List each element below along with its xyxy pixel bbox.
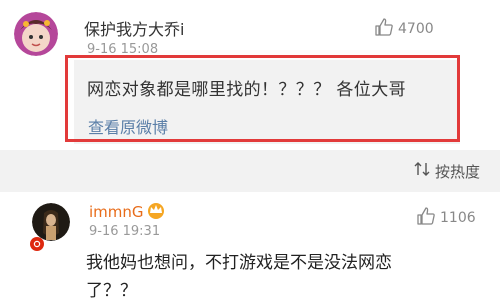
- comment-text-line: 我他妈也想问，不打游戏是不是没法网恋: [86, 253, 392, 273]
- avatar[interactable]: [14, 12, 58, 56]
- sort-icon: [413, 160, 431, 182]
- quoted-post-text: 网恋对象都是哪里找的！？？？ 各位大哥: [87, 80, 407, 100]
- like-count: 1106: [440, 210, 476, 226]
- thumbs-up-icon: [374, 17, 394, 41]
- comment-text: 我他妈也想问，不打游戏是不是没法网恋 了？？: [86, 249, 466, 305]
- username[interactable]: immnG: [89, 203, 144, 221]
- sort-by-hot-button[interactable]: 按热度: [413, 160, 480, 182]
- view-original-link[interactable]: 查看原微博: [88, 114, 168, 138]
- username[interactable]: 保护我方大乔i: [84, 16, 184, 40]
- like-button[interactable]: 1106: [416, 206, 476, 230]
- like-button[interactable]: 4700: [374, 17, 434, 41]
- like-count: 4700: [398, 21, 434, 37]
- sort-label: 按热度: [434, 162, 480, 181]
- comment-text-line: 了？？: [86, 281, 137, 301]
- timestamp: 9-16 19:31: [89, 224, 161, 239]
- region-badge-icon: [30, 236, 44, 251]
- thumbs-up-icon: [416, 206, 436, 230]
- vip-crown-icon: [146, 201, 166, 219]
